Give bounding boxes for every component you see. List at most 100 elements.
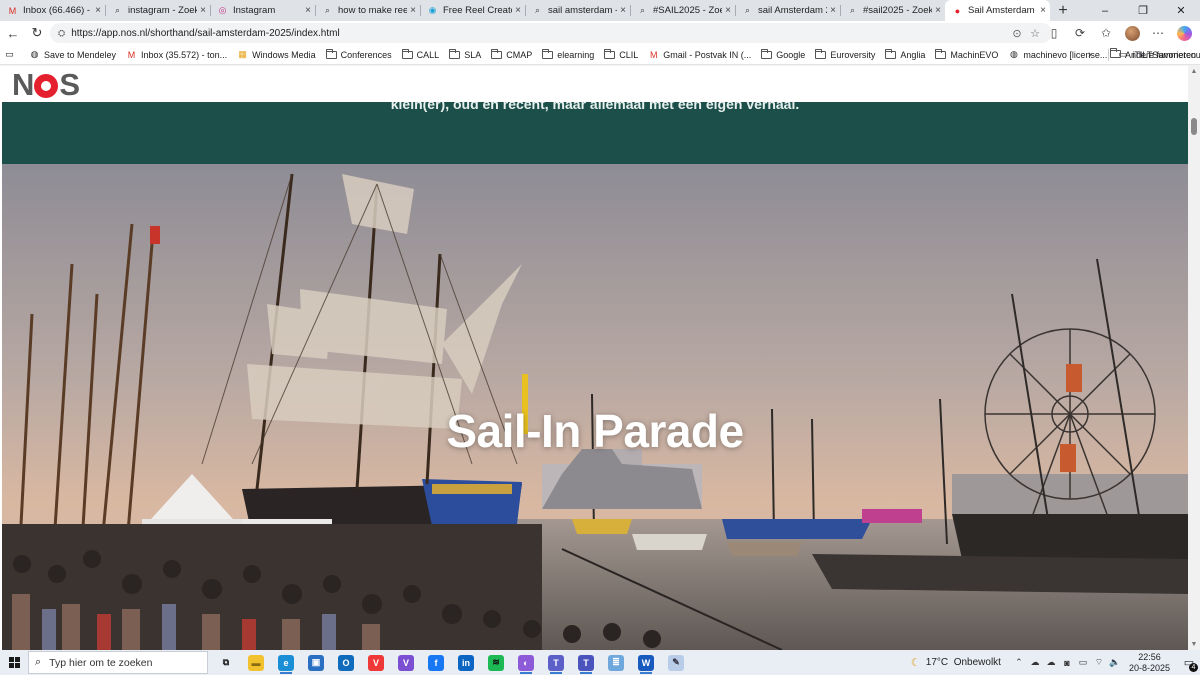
bookmark-item[interactable]: elearning	[542, 48, 594, 60]
url-text[interactable]: https://app.nos.nl/shorthand/sail-amster…	[71, 28, 1008, 39]
scroll-up-icon[interactable]: ▲	[1188, 68, 1200, 75]
bookmark-item[interactable]: ▦ Windows Media	[237, 49, 315, 60]
favorite-star-icon[interactable]: ☆	[1026, 27, 1044, 40]
system-tray: ☾ 17°C Onbewolkt ⌃ ☁ ☁ ◙ ▭ ⌔ 🔈 22:56 20-…	[911, 650, 1200, 675]
browser-tab[interactable]: ⌕ #SAIL2025 - Zoeken×	[630, 0, 735, 21]
taskbar-search-box[interactable]: ⌕ Typ hier om te zoeken	[28, 651, 208, 674]
close-tab-icon[interactable]: ×	[95, 5, 101, 16]
more-bookmarks-chevron-icon[interactable]: ›	[1088, 45, 1092, 65]
site-info-icon[interactable]: ⛭	[58, 28, 65, 39]
bookmarks-toggle-icon[interactable]: ▭	[4, 49, 19, 60]
bookmark-item[interactable]: ◍ machinevo [license...	[1008, 49, 1107, 60]
chrome-profile-icon: ◐	[518, 654, 534, 671]
store-icon: ▣	[308, 654, 324, 671]
taskbar-app-teams[interactable]: T	[571, 650, 601, 675]
weather-desc: Onbewolkt	[953, 657, 1001, 668]
notification-center-icon[interactable]: ▭ 4	[1178, 650, 1200, 675]
close-tab-icon[interactable]: ×	[515, 5, 521, 16]
taskbar-app-outlook[interactable]: O	[331, 650, 361, 675]
taskbar-app-store[interactable]: ▣	[301, 650, 331, 675]
windows-icon: ▦	[238, 49, 247, 59]
browser-tab[interactable]: ⌕ instagram - Zoeken×	[105, 0, 210, 21]
camera-icon[interactable]: ◙	[1060, 658, 1074, 668]
taskbar-app-spotify[interactable]: ≋	[481, 650, 511, 675]
copilot-icon[interactable]	[1174, 23, 1194, 43]
back-icon[interactable]: ←	[2, 22, 24, 44]
other-favorites[interactable]: Andere favorieten	[1109, 45, 1196, 65]
weather-widget[interactable]: ☾ 17°C Onbewolkt	[911, 656, 1001, 669]
onedrive-icon[interactable]: ☁	[1044, 657, 1058, 668]
taskbar-app-notepad[interactable]: ≣	[601, 650, 631, 675]
bookmark-item[interactable]: Anglia	[885, 48, 925, 60]
more-options-icon[interactable]: ⊙	[1008, 27, 1026, 40]
close-tab-icon[interactable]: ×	[725, 5, 731, 16]
taskbar-app-linkedin[interactable]: in	[451, 650, 481, 675]
browser-tab[interactable]: ◎ Instagram ×	[210, 0, 315, 21]
nos-logo[interactable]: NS	[12, 69, 80, 100]
close-tab-icon[interactable]: ×	[1040, 5, 1046, 16]
bookmark-item[interactable]: M Inbox (35.572) - ton...	[126, 50, 227, 60]
extensions-icon[interactable]: ⟳	[1070, 23, 1090, 43]
bookmark-item[interactable]: ◍ Save to Mendeley	[29, 49, 116, 60]
browser-tab[interactable]: ⌕ #sail2025 - Zoeken×	[840, 0, 945, 21]
taskbar-app-file-explorer[interactable]: ▬	[241, 650, 271, 675]
maximize-button[interactable]: ❐	[1124, 0, 1162, 21]
network-icon[interactable]: ⌔	[1092, 657, 1106, 668]
taskbar-app-facebook[interactable]: f	[421, 650, 451, 675]
close-tab-icon[interactable]: ×	[305, 5, 311, 16]
bookmark-item[interactable]: SLA	[449, 48, 481, 60]
bookmark-item[interactable]: Google	[761, 48, 805, 60]
bookmarks-bar: ▭ ◍ Save to Mendeley M Inbox (35.572) - ton…	[0, 45, 1200, 65]
browser-tab[interactable]: ● Sail Amsterdam 202×	[945, 0, 1050, 21]
taskbar-app-teams-chat[interactable]: T	[541, 650, 571, 675]
favorites-icon[interactable]: ✩	[1096, 23, 1116, 43]
close-tab-icon[interactable]: ×	[200, 5, 206, 16]
start-button[interactable]	[0, 650, 28, 675]
tab-title: #sail2025 - Zoeken	[863, 5, 933, 16]
clock[interactable]: 22:56 20-8-2025	[1129, 652, 1170, 674]
scroll-down-icon[interactable]: ▼	[1188, 641, 1200, 648]
bookmark-item[interactable]: MachinEVO	[935, 48, 998, 60]
new-tab-button[interactable]: +	[1050, 0, 1076, 21]
minimize-button[interactable]: –	[1086, 0, 1124, 21]
taskbar-app-chrome-profile[interactable]: ◐	[511, 650, 541, 675]
folder-icon	[1109, 48, 1121, 60]
close-window-button[interactable]: ✕	[1162, 0, 1200, 21]
bookmark-item[interactable]: Conferences	[325, 48, 392, 60]
split-screen-icon[interactable]: ▯	[1044, 23, 1064, 43]
battery-icon[interactable]: ▭	[1076, 657, 1090, 668]
browser-tab[interactable]: ◉ Free Reel Creator O×	[420, 0, 525, 21]
show-hidden-icons-chevron-icon[interactable]: ⌃	[1012, 657, 1026, 668]
browser-tab[interactable]: ⌕ sail Amsterdam 202×	[735, 0, 840, 21]
refresh-icon[interactable]: ↻	[26, 22, 48, 44]
profile-avatar[interactable]	[1122, 23, 1142, 43]
bookmark-item[interactable]: Euroversity	[815, 48, 875, 60]
tor-icon: V	[398, 654, 414, 671]
taskbar-app-paint[interactable]: ✎	[661, 650, 691, 675]
cloud-icon[interactable]: ☁	[1028, 657, 1042, 668]
close-tab-icon[interactable]: ×	[935, 5, 941, 16]
close-tab-icon[interactable]: ×	[830, 5, 836, 16]
taskbar-app-edge[interactable]: e	[271, 650, 301, 675]
settings-menu-icon[interactable]: ⋯	[1148, 23, 1168, 43]
scroll-thumb[interactable]	[1191, 118, 1197, 135]
browser-tab[interactable]: ⌕ sail amsterdam - Zo×	[525, 0, 630, 21]
close-tab-icon[interactable]: ×	[410, 5, 416, 16]
volume-icon[interactable]: 🔈	[1108, 657, 1122, 668]
close-tab-icon[interactable]: ×	[620, 5, 626, 16]
bookmark-item[interactable]: CALL	[401, 48, 439, 60]
tab-title: sail amsterdam - Zo	[548, 5, 617, 16]
bookmark-item[interactable]: CMAP	[491, 48, 532, 60]
bookmark-item[interactable]: CLIL	[604, 48, 638, 60]
bookmark-item[interactable]: M Gmail - Postvak IN (...	[648, 50, 751, 60]
taskbar-app-tor[interactable]: V	[391, 650, 421, 675]
url-field[interactable]: ⛭ https://app.nos.nl/shorthand/sail-amst…	[50, 23, 1052, 43]
facebook-icon: f	[428, 654, 444, 671]
page-scrollbar[interactable]: ▲ ▼	[1188, 66, 1200, 650]
browser-tab[interactable]: M Inbox (66.466) - ton...×	[0, 0, 105, 21]
tab-title: Inbox (66.466) - ton...	[23, 5, 92, 16]
taskbar-app-task-view[interactable]: ⧉	[211, 650, 241, 675]
taskbar-app-vivaldi[interactable]: V	[361, 650, 391, 675]
browser-tab[interactable]: ⌕ how to make reels -×	[315, 0, 420, 21]
taskbar-app-word[interactable]: W	[631, 650, 661, 675]
